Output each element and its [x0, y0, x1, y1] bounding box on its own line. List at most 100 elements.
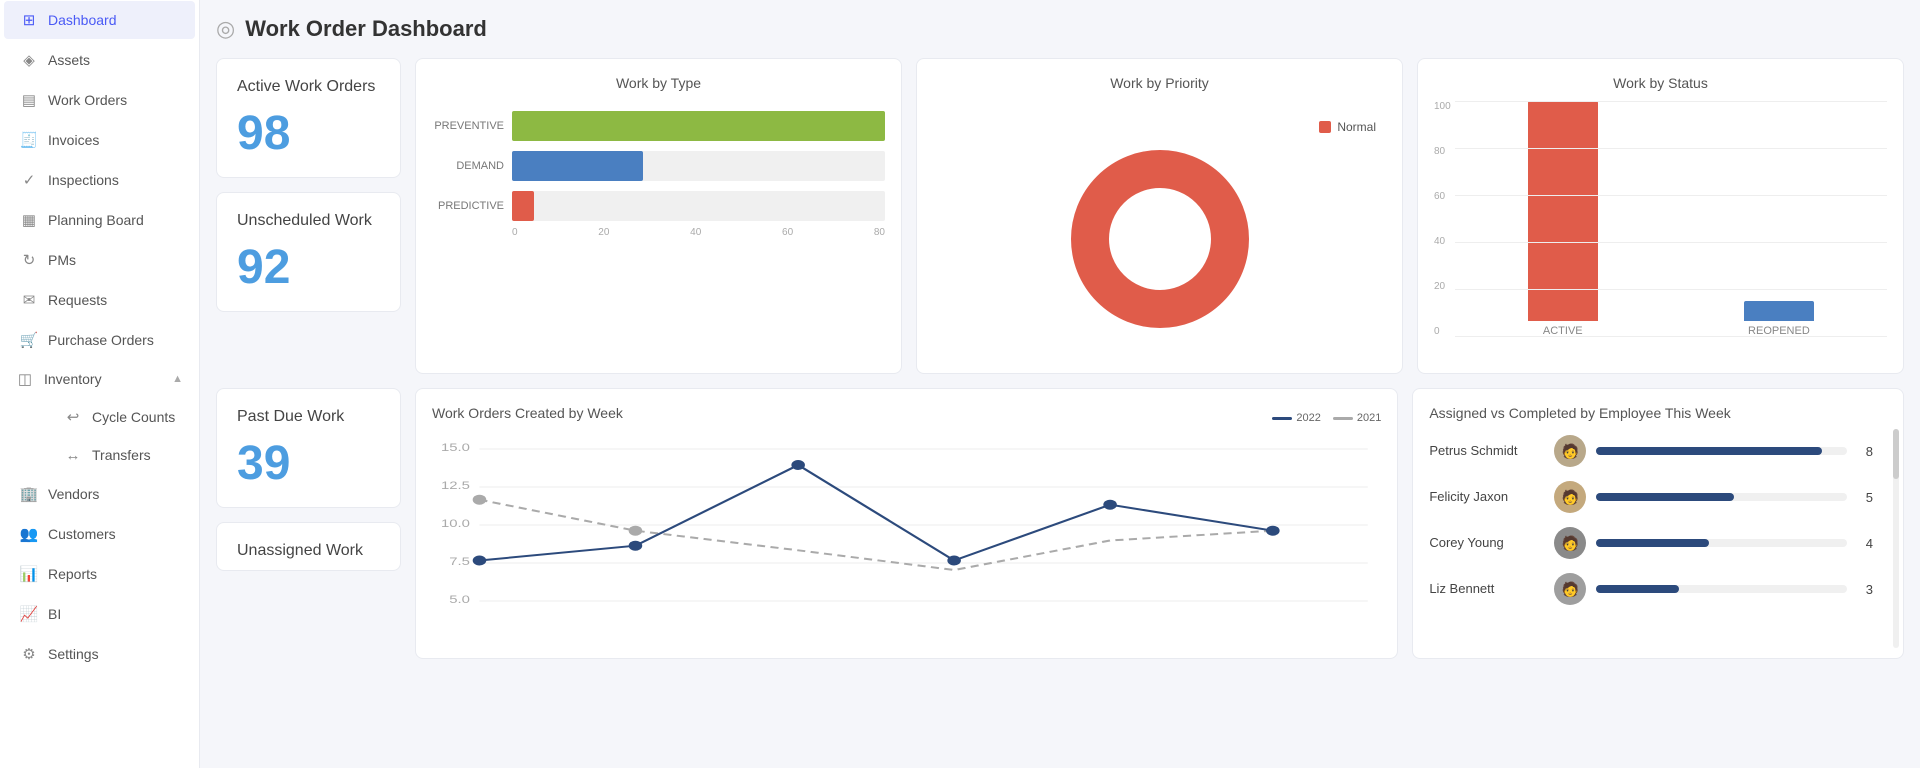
employee-count: 4 — [1857, 536, 1873, 551]
svg-text:5.0: 5.0 — [449, 593, 470, 606]
employee-bar-track — [1596, 493, 1847, 501]
sidebar-item-invoices[interactable]: 🧾 Invoices — [4, 121, 195, 159]
employee-name: Felicity Jaxon — [1429, 489, 1544, 505]
dashboard-header-icon: ◎ — [216, 16, 235, 42]
employee-bar-fill — [1596, 447, 1822, 455]
sidebar-item-customers[interactable]: 👥 Customers — [4, 515, 195, 553]
employee-bar-fill — [1596, 539, 1709, 547]
legend-line-2021 — [1333, 417, 1353, 420]
sidebar: ⊞ Dashboard ◈ Assets ▤ Work Orders 🧾 Inv… — [0, 0, 200, 768]
grid-lines — [1455, 101, 1887, 337]
employee-list: Petrus Schmidt 🧑 8 Felicity Jaxon 🧑 5 — [1429, 435, 1887, 605]
sidebar-item-label: Reports — [48, 566, 97, 582]
vendors-icon: 🏢 — [20, 485, 38, 503]
past-due-work-label: Past Due Work — [237, 407, 380, 428]
employee-avatar: 🧑 — [1554, 435, 1586, 467]
requests-icon: ✉ — [20, 291, 38, 309]
employee-name: Petrus Schmidt — [1429, 443, 1544, 459]
legend-line-2022 — [1272, 417, 1292, 420]
sidebar-item-dashboard[interactable]: ⊞ Dashboard — [4, 1, 195, 39]
bar-row-preventive: PREVENTIVE — [432, 111, 885, 141]
invoices-icon: 🧾 — [20, 131, 38, 149]
purchase-orders-icon: 🛒 — [20, 331, 38, 349]
bottom-row: Past Due Work 39 Unassigned Work Work Or… — [216, 388, 1904, 659]
unscheduled-work-label: Unscheduled Work — [237, 211, 380, 232]
sidebar-item-label: Transfers — [92, 447, 151, 463]
scrollbar-thumb[interactable] — [1893, 429, 1899, 479]
bar-label: PREDICTIVE — [432, 200, 504, 212]
y-axis-labels: 100806040200 — [1434, 101, 1451, 357]
sidebar-item-label: Requests — [48, 292, 107, 308]
bar-label: PREVENTIVE — [432, 120, 504, 132]
work-by-status-title: Work by Status — [1434, 75, 1887, 91]
legend-label-2022: 2022 — [1296, 412, 1320, 424]
preventive-bar — [512, 111, 885, 141]
employee-bar-fill — [1596, 585, 1679, 593]
sidebar-item-reports[interactable]: 📊 Reports — [4, 555, 195, 593]
stat-column-bottom: Past Due Work 39 Unassigned Work — [216, 388, 401, 659]
sidebar-item-label: BI — [48, 606, 61, 622]
sidebar-item-planning-board[interactable]: ▦ Planning Board — [4, 201, 195, 239]
pms-icon: ↻ — [20, 251, 38, 269]
assets-icon: ◈ — [20, 51, 38, 69]
sidebar-item-work-orders[interactable]: ▤ Work Orders — [4, 81, 195, 119]
employee-bar-fill — [1596, 493, 1734, 501]
page-title: Work Order Dashboard — [245, 16, 487, 42]
sidebar-item-settings[interactable]: ⚙ Settings — [4, 635, 195, 673]
work-orders-icon: ▤ — [20, 91, 38, 109]
sidebar-item-label: Cycle Counts — [92, 409, 175, 425]
sidebar-item-purchase-orders[interactable]: 🛒 Purchase Orders — [4, 321, 195, 359]
sidebar-item-inspections[interactable]: ✓ Inspections — [4, 161, 195, 199]
sidebar-item-cycle-counts[interactable]: ↩ Cycle Counts — [48, 398, 195, 436]
normal-legend-label: Normal — [1337, 120, 1376, 134]
sidebar-item-label: Customers — [48, 526, 116, 542]
legend-label-2021: 2021 — [1357, 412, 1381, 424]
bi-icon: 📈 — [20, 605, 38, 623]
active-work-orders-label: Active Work Orders — [237, 77, 380, 98]
bar-label: DEMAND — [432, 160, 504, 172]
sidebar-item-label: Work Orders — [48, 92, 127, 108]
employee-avatar: 🧑 — [1554, 573, 1586, 605]
sidebar-item-vendors[interactable]: 🏢 Vendors — [4, 475, 195, 513]
employee-row: Corey Young 🧑 4 — [1429, 527, 1873, 559]
transfers-icon: ↔ — [64, 446, 82, 464]
employee-avatar: 🧑 — [1554, 481, 1586, 513]
employee-name: Liz Bennett — [1429, 581, 1544, 597]
unassigned-work-card: Unassigned Work — [216, 522, 401, 571]
sidebar-item-label: Purchase Orders — [48, 332, 154, 348]
normal-legend-dot — [1319, 121, 1331, 133]
svg-text:12.5: 12.5 — [441, 479, 470, 492]
demand-bar — [512, 151, 643, 181]
sidebar-item-inventory[interactable]: ◫ Inventory ▲ — [0, 360, 199, 398]
unscheduled-work-card: Unscheduled Work 92 — [216, 192, 401, 312]
work-by-status-chart: Work by Status 100806040200 — [1417, 58, 1904, 374]
cycle-counts-icon: ↩ — [64, 408, 82, 426]
sidebar-item-bi[interactable]: 📈 BI — [4, 595, 195, 633]
line-chart-svg: 15.0 12.5 10.0 7.5 5.0 — [432, 437, 1381, 637]
sidebar-item-label: PMs — [48, 252, 76, 268]
employee-row: Felicity Jaxon 🧑 5 — [1429, 481, 1873, 513]
stat-column-top: Active Work Orders 98 Unscheduled Work 9… — [216, 58, 401, 374]
reports-icon: 📊 — [20, 565, 38, 583]
page-header: ◎ Work Order Dashboard — [216, 16, 1904, 42]
work-by-type-title: Work by Type — [432, 75, 885, 91]
unassigned-work-label: Unassigned Work — [237, 541, 380, 562]
x-axis: 020406080 — [432, 221, 885, 238]
employee-count: 3 — [1857, 582, 1873, 597]
sidebar-item-assets[interactable]: ◈ Assets — [4, 41, 195, 79]
customers-icon: 👥 — [20, 525, 38, 543]
bar-row-demand: DEMAND — [432, 151, 885, 181]
employee-bar-track — [1596, 539, 1847, 547]
sidebar-item-transfers[interactable]: ↔ Transfers — [48, 436, 195, 474]
work-by-type-chart: Work by Type PREVENTIVE DEMAND — [415, 58, 902, 374]
sidebar-item-label: Inventory — [44, 371, 102, 387]
sidebar-item-label: Vendors — [48, 486, 99, 502]
priority-legend: Normal — [1319, 120, 1376, 134]
svg-text:15.0: 15.0 — [441, 441, 470, 454]
sidebar-item-pms[interactable]: ↻ PMs — [4, 241, 195, 279]
work-by-priority-title: Work by Priority — [933, 75, 1386, 91]
assigned-vs-completed-chart: Assigned vs Completed by Employee This W… — [1412, 388, 1904, 659]
scrollbar-track[interactable] — [1893, 429, 1899, 648]
sidebar-item-requests[interactable]: ✉ Requests — [4, 281, 195, 319]
dashboard-icon: ⊞ — [20, 11, 38, 29]
